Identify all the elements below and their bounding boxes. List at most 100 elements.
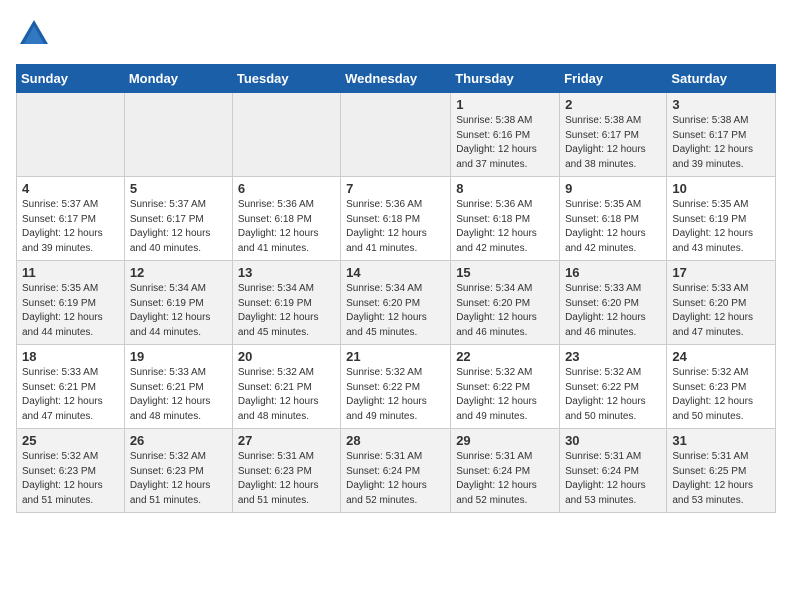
day-number: 1 <box>456 97 554 112</box>
day-number: 3 <box>672 97 770 112</box>
calendar-cell: 11Sunrise: 5:35 AM Sunset: 6:19 PM Dayli… <box>17 261 125 345</box>
day-info: Sunrise: 5:37 AM Sunset: 6:17 PM Dayligh… <box>22 198 119 256</box>
calendar-cell: 8Sunrise: 5:36 AM Sunset: 6:18 PM Daylig… <box>451 177 560 261</box>
calendar-cell: 20 Sunrise: 5:32 AM Sunset: 6:21 PM Dayli… <box>232 345 340 429</box>
day-number: 10 <box>672 181 770 196</box>
calendar-cell: 18 Sunrise: 5:33 AM Sunset: 6:21 PM Dayli… <box>17 345 125 429</box>
day-number: 20 <box>238 349 335 364</box>
calendar-cell: 1 Sunrise: 5:38 AM Sunset: 6:16 PM Daylig… <box>451 93 560 177</box>
calendar-header-monday: Monday <box>124 65 232 93</box>
day-info: Sunrise: 5:32 AM Sunset: 6:22 PM Dayligh… <box>565 366 661 424</box>
day-info: Sunrise: 5:38 AM Sunset: 6:17 PM Dayligh… <box>672 114 770 172</box>
calendar-header-tuesday: Tuesday <box>232 65 340 93</box>
calendar-cell: 29Sunrise: 5:31 AM Sunset: 6:24 PM Dayli… <box>451 429 560 513</box>
day-number: 28 <box>346 433 445 448</box>
calendar-cell: 9 Sunrise: 5:35 AM Sunset: 6:18 PM Daylig… <box>560 177 667 261</box>
calendar-cell: 27 Sunrise: 5:31 AM Sunset: 6:23 PM Dayli… <box>232 429 340 513</box>
calendar-cell: 23 Sunrise: 5:32 AM Sunset: 6:22 PM Dayli… <box>560 345 667 429</box>
day-info: Sunrise: 5:38 AM Sunset: 6:17 PM Dayligh… <box>565 114 661 172</box>
calendar-cell <box>124 93 232 177</box>
day-info: Sunrise: 5:37 AM Sunset: 6:17 PM Dayligh… <box>130 198 227 256</box>
day-info: Sunrise: 5:32 AM Sunset: 6:21 PM Dayligh… <box>238 366 335 424</box>
calendar-cell: 5 Sunrise: 5:37 AM Sunset: 6:17 PM Daylig… <box>124 177 232 261</box>
day-number: 5 <box>130 181 227 196</box>
day-info: Sunrise: 5:31 AM Sunset: 6:24 PM Dayligh… <box>346 450 445 508</box>
day-info: Sunrise: 5:33 AM Sunset: 6:21 PM Dayligh… <box>130 366 227 424</box>
day-info: Sunrise: 5:36 AM Sunset: 6:18 PM Dayligh… <box>238 198 335 256</box>
calendar-cell: 7 Sunrise: 5:36 AM Sunset: 6:18 PM Daylig… <box>341 177 451 261</box>
day-info: Sunrise: 5:35 AM Sunset: 6:19 PM Dayligh… <box>22 282 119 340</box>
day-info: Sunrise: 5:32 AM Sunset: 6:23 PM Dayligh… <box>672 366 770 424</box>
calendar-cell: 14 Sunrise: 5:34 AM Sunset: 6:20 PM Dayli… <box>341 261 451 345</box>
calendar-cell: 31 Sunrise: 5:31 AM Sunset: 6:25 PM Dayli… <box>667 429 776 513</box>
day-info: Sunrise: 5:35 AM Sunset: 6:18 PM Dayligh… <box>565 198 661 256</box>
day-number: 31 <box>672 433 770 448</box>
day-info: Sunrise: 5:36 AM Sunset: 6:18 PM Dayligh… <box>346 198 445 256</box>
calendar-cell: 3 Sunrise: 5:38 AM Sunset: 6:17 PM Daylig… <box>667 93 776 177</box>
calendar-cell: 4 Sunrise: 5:37 AM Sunset: 6:17 PM Daylig… <box>17 177 125 261</box>
day-info: Sunrise: 5:38 AM Sunset: 6:16 PM Dayligh… <box>456 114 554 172</box>
calendar-cell <box>232 93 340 177</box>
calendar-cell: 17 Sunrise: 5:33 AM Sunset: 6:20 PM Dayli… <box>667 261 776 345</box>
calendar-cell: 28 Sunrise: 5:31 AM Sunset: 6:24 PM Dayli… <box>341 429 451 513</box>
day-number: 21 <box>346 349 445 364</box>
calendar-cell: 30 Sunrise: 5:31 AM Sunset: 6:24 PM Dayli… <box>560 429 667 513</box>
calendar-header-wednesday: Wednesday <box>341 65 451 93</box>
day-number: 24 <box>672 349 770 364</box>
calendar-cell: 16 Sunrise: 5:33 AM Sunset: 6:20 PM Dayli… <box>560 261 667 345</box>
day-number: 9 <box>565 181 661 196</box>
calendar-header-friday: Friday <box>560 65 667 93</box>
calendar-cell: 19Sunrise: 5:33 AM Sunset: 6:21 PM Dayli… <box>124 345 232 429</box>
day-number: 16 <box>565 265 661 280</box>
day-number: 18 <box>22 349 119 364</box>
calendar-cell: 22Sunrise: 5:32 AM Sunset: 6:22 PM Dayli… <box>451 345 560 429</box>
day-number: 14 <box>346 265 445 280</box>
day-number: 4 <box>22 181 119 196</box>
day-number: 17 <box>672 265 770 280</box>
day-number: 27 <box>238 433 335 448</box>
day-number: 30 <box>565 433 661 448</box>
calendar-week-row: 1 Sunrise: 5:38 AM Sunset: 6:16 PM Daylig… <box>17 93 776 177</box>
calendar-header-saturday: Saturday <box>667 65 776 93</box>
day-number: 25 <box>22 433 119 448</box>
calendar-cell: 15Sunrise: 5:34 AM Sunset: 6:20 PM Dayli… <box>451 261 560 345</box>
day-number: 7 <box>346 181 445 196</box>
calendar-cell <box>341 93 451 177</box>
page-header <box>16 16 776 52</box>
day-number: 13 <box>238 265 335 280</box>
day-info: Sunrise: 5:31 AM Sunset: 6:25 PM Dayligh… <box>672 450 770 508</box>
day-info: Sunrise: 5:33 AM Sunset: 6:21 PM Dayligh… <box>22 366 119 424</box>
day-number: 2 <box>565 97 661 112</box>
day-info: Sunrise: 5:32 AM Sunset: 6:23 PM Dayligh… <box>22 450 119 508</box>
calendar-cell: 26Sunrise: 5:32 AM Sunset: 6:23 PM Dayli… <box>124 429 232 513</box>
day-number: 6 <box>238 181 335 196</box>
day-info: Sunrise: 5:34 AM Sunset: 6:20 PM Dayligh… <box>456 282 554 340</box>
day-info: Sunrise: 5:33 AM Sunset: 6:20 PM Dayligh… <box>672 282 770 340</box>
day-number: 8 <box>456 181 554 196</box>
logo-icon <box>16 16 52 52</box>
day-info: Sunrise: 5:32 AM Sunset: 6:22 PM Dayligh… <box>456 366 554 424</box>
calendar-cell: 13 Sunrise: 5:34 AM Sunset: 6:19 PM Dayli… <box>232 261 340 345</box>
day-info: Sunrise: 5:34 AM Sunset: 6:20 PM Dayligh… <box>346 282 445 340</box>
day-info: Sunrise: 5:34 AM Sunset: 6:19 PM Dayligh… <box>130 282 227 340</box>
logo <box>16 16 58 52</box>
day-info: Sunrise: 5:32 AM Sunset: 6:22 PM Dayligh… <box>346 366 445 424</box>
day-info: Sunrise: 5:31 AM Sunset: 6:24 PM Dayligh… <box>565 450 661 508</box>
calendar-cell <box>17 93 125 177</box>
calendar-week-row: 11Sunrise: 5:35 AM Sunset: 6:19 PM Dayli… <box>17 261 776 345</box>
day-number: 23 <box>565 349 661 364</box>
calendar-week-row: 25 Sunrise: 5:32 AM Sunset: 6:23 PM Dayli… <box>17 429 776 513</box>
calendar-cell: 12 Sunrise: 5:34 AM Sunset: 6:19 PM Dayli… <box>124 261 232 345</box>
calendar-header-sunday: Sunday <box>17 65 125 93</box>
calendar-header-row: SundayMondayTuesdayWednesdayThursdayFrid… <box>17 65 776 93</box>
day-info: Sunrise: 5:35 AM Sunset: 6:19 PM Dayligh… <box>672 198 770 256</box>
day-number: 29 <box>456 433 554 448</box>
day-info: Sunrise: 5:34 AM Sunset: 6:19 PM Dayligh… <box>238 282 335 340</box>
day-number: 12 <box>130 265 227 280</box>
calendar: SundayMondayTuesdayWednesdayThursdayFrid… <box>16 64 776 513</box>
day-info: Sunrise: 5:32 AM Sunset: 6:23 PM Dayligh… <box>130 450 227 508</box>
calendar-cell: 25 Sunrise: 5:32 AM Sunset: 6:23 PM Dayli… <box>17 429 125 513</box>
day-info: Sunrise: 5:31 AM Sunset: 6:23 PM Dayligh… <box>238 450 335 508</box>
calendar-cell: 6 Sunrise: 5:36 AM Sunset: 6:18 PM Daylig… <box>232 177 340 261</box>
day-info: Sunrise: 5:33 AM Sunset: 6:20 PM Dayligh… <box>565 282 661 340</box>
